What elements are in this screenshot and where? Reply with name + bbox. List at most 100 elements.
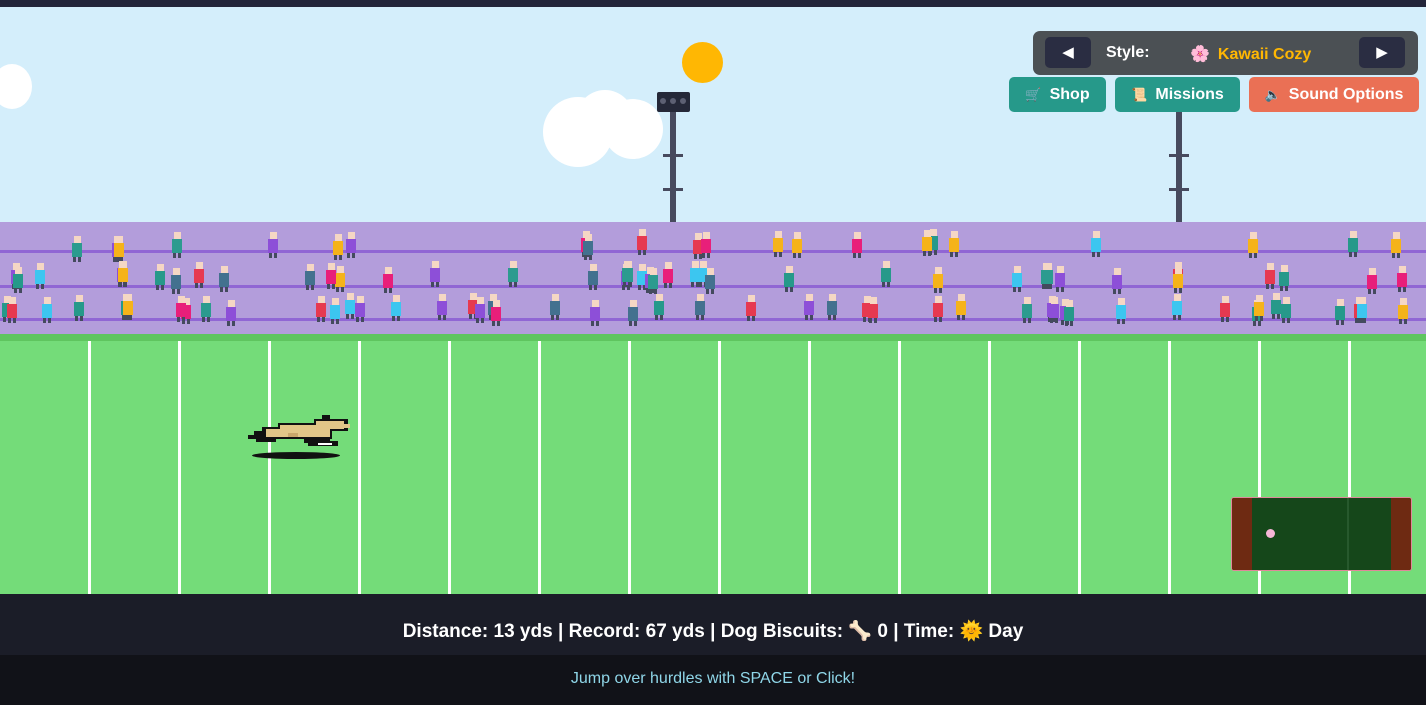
yard-line bbox=[1078, 341, 1081, 594]
light-tower-rung bbox=[663, 154, 683, 157]
style-label: Style: bbox=[1106, 44, 1150, 61]
spectator bbox=[42, 297, 52, 323]
cloud-center-3 bbox=[603, 99, 663, 159]
distance-label: Distance: bbox=[402, 621, 489, 642]
spectator bbox=[1012, 266, 1022, 292]
spectator bbox=[1281, 297, 1291, 323]
style-selector: ◀ Style: 🌸 Kawaii Cozy ▶ bbox=[1033, 31, 1418, 75]
spectator bbox=[1398, 298, 1408, 324]
stadium-stands bbox=[0, 222, 1426, 334]
style-name-text: Kawaii Cozy bbox=[1217, 46, 1312, 63]
light-tower-right bbox=[1176, 110, 1182, 222]
spectator bbox=[792, 232, 802, 258]
spectator bbox=[663, 262, 673, 288]
spectator bbox=[316, 296, 326, 322]
spectator bbox=[590, 300, 600, 326]
field-edge bbox=[0, 334, 1426, 341]
spectator bbox=[335, 266, 345, 292]
stands-tier-line bbox=[0, 318, 1426, 321]
sound-options-label: Sound Options bbox=[1288, 86, 1404, 103]
spectator bbox=[1116, 298, 1126, 324]
sun bbox=[682, 42, 723, 83]
shop-label: Shop bbox=[1049, 86, 1090, 103]
spectator bbox=[383, 267, 393, 293]
style-next-button[interactable]: ▶ bbox=[1359, 37, 1405, 68]
spectator bbox=[155, 264, 165, 290]
light-tower-rung bbox=[1169, 188, 1189, 191]
record-value: 67 yds bbox=[645, 621, 705, 642]
spectator bbox=[345, 293, 355, 319]
spectator bbox=[1043, 263, 1053, 289]
spectator bbox=[1348, 231, 1358, 257]
spectator bbox=[1049, 297, 1059, 323]
minimap-marker-line bbox=[1347, 498, 1349, 570]
spectator bbox=[13, 267, 23, 293]
yard-line bbox=[358, 341, 361, 594]
shop-button[interactable]: 🛒 Shop bbox=[1009, 77, 1106, 112]
separator: | bbox=[710, 621, 716, 642]
sound-options-button[interactable]: 🔈 Sound Options bbox=[1249, 77, 1419, 112]
yard-line bbox=[268, 341, 271, 594]
spectator bbox=[804, 294, 814, 320]
cart-icon: 🛒 bbox=[1025, 87, 1042, 102]
spectator bbox=[176, 296, 186, 322]
spectator bbox=[881, 261, 891, 287]
spectator bbox=[1357, 297, 1367, 323]
missions-label: Missions bbox=[1155, 86, 1224, 103]
missions-button[interactable]: 📜 Missions bbox=[1115, 77, 1240, 112]
spectator bbox=[746, 295, 756, 321]
spectator bbox=[114, 236, 124, 262]
spectator bbox=[1173, 267, 1183, 293]
spectator bbox=[333, 234, 343, 260]
spectator bbox=[35, 263, 45, 289]
yard-line bbox=[1168, 341, 1171, 594]
help-text: Jump over hurdles with SPACE or Click! bbox=[0, 655, 1426, 705]
spectator bbox=[330, 298, 340, 324]
time-label: Time: bbox=[903, 621, 955, 642]
running-field bbox=[0, 334, 1426, 594]
spectator bbox=[868, 297, 878, 323]
spectator bbox=[1367, 268, 1377, 294]
spectator bbox=[1397, 266, 1407, 292]
style-name: 🌸 Kawaii Cozy bbox=[1190, 44, 1311, 64]
spectator bbox=[74, 295, 84, 321]
spectator bbox=[1335, 299, 1345, 325]
spectator bbox=[1248, 232, 1258, 258]
biscuits-value: 0 bbox=[877, 621, 888, 642]
spectator bbox=[430, 261, 440, 287]
track-minimap bbox=[1231, 497, 1412, 571]
greyhound-player bbox=[248, 415, 350, 446]
yard-line bbox=[808, 341, 811, 594]
yard-line bbox=[88, 341, 91, 594]
spectator bbox=[956, 294, 966, 320]
spectator bbox=[1220, 296, 1230, 322]
minimap-start-zone bbox=[1232, 498, 1252, 570]
spectator bbox=[622, 261, 632, 287]
style-prev-button[interactable]: ◀ bbox=[1045, 37, 1091, 68]
spectator bbox=[933, 267, 943, 293]
scroll-icon: 📜 bbox=[1131, 87, 1148, 102]
spectator bbox=[118, 261, 128, 287]
sun-icon: 🌞 bbox=[959, 621, 984, 642]
yard-line bbox=[178, 341, 181, 594]
spectator bbox=[491, 300, 501, 326]
record-label: Record: bbox=[568, 621, 641, 642]
spectator bbox=[827, 294, 837, 320]
cloud-left bbox=[0, 64, 32, 109]
spectator bbox=[123, 294, 133, 320]
spectator bbox=[1279, 265, 1289, 291]
game-canvas[interactable]: ◀ Style: 🌸 Kawaii Cozy ▶ 🛒 Shop 📜 Missions … bbox=[0, 7, 1426, 594]
spectator bbox=[201, 296, 211, 322]
spectator bbox=[701, 232, 711, 258]
spectator bbox=[1254, 295, 1264, 321]
spectator bbox=[654, 294, 664, 320]
yard-line bbox=[628, 341, 631, 594]
flower-icon: 🌸 bbox=[1190, 46, 1210, 63]
spectator bbox=[437, 294, 447, 320]
spectator bbox=[949, 231, 959, 257]
spectator bbox=[508, 261, 518, 287]
dog-shadow bbox=[252, 452, 340, 459]
spectator bbox=[72, 236, 82, 262]
spectator bbox=[391, 295, 401, 321]
spectator bbox=[852, 232, 862, 258]
